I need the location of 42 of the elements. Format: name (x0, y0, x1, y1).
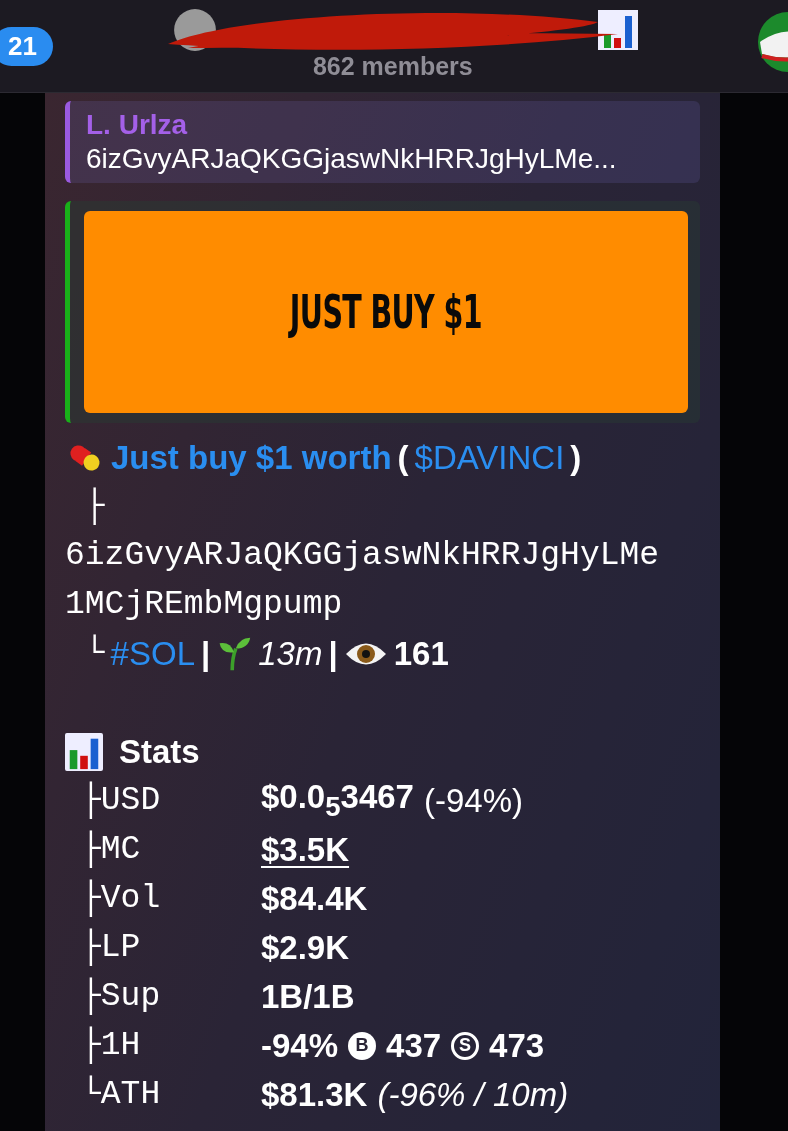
stats-heading: Stats (119, 732, 200, 771)
tree-branch: ├ (83, 486, 106, 527)
stat-label: ├Vol (80, 878, 162, 919)
buys-badge: B (348, 1031, 377, 1060)
stat-label: ├MC (80, 829, 142, 870)
stat-value: $84.4K (261, 879, 368, 918)
member-count: 862 members (312, 52, 473, 81)
sells-badge: S (451, 1031, 480, 1060)
contract-address: 6izGvyARJaQKGGjaswNkHRRJgHyLMe (65, 535, 661, 576)
unread-badge[interactable]: 21 (0, 26, 53, 66)
stat-label: └ATH (80, 1074, 162, 1115)
age-text: 13m (258, 634, 323, 673)
paren-text: ) (570, 438, 582, 477)
change-text: (-94%) (423, 781, 523, 820)
token-name-link[interactable]: Just buy $1 worth (111, 438, 392, 477)
stat-label: ├USD (80, 780, 162, 821)
stat-value: $2.9K (261, 928, 350, 967)
separator-text: | (328, 634, 338, 673)
quote-author: L. Urlza (86, 109, 189, 141)
stat-value-link[interactable]: $3.5K (261, 830, 350, 869)
separator-text: | (201, 634, 211, 673)
banner-image[interactable]: JUST BUY $1 (84, 211, 688, 413)
stat-label: ├1H (80, 1025, 142, 1066)
paren-text: ( (397, 438, 409, 477)
ticker-link[interactable]: $DAVINCI (414, 438, 565, 477)
stat-label: ├LP (80, 927, 142, 968)
stat-value: $0.0$_{5}$3467 (261, 778, 414, 823)
sell-count: 473 (489, 1026, 545, 1065)
tree-branch: └ (83, 633, 105, 674)
stat-value: -94% (261, 1026, 339, 1065)
bar-chart-icon (65, 732, 103, 771)
stat-label: ├Sup (80, 976, 162, 1017)
change-text: (-96% / 10m) (377, 1075, 569, 1114)
buy-count: 437 (386, 1026, 442, 1065)
bar-chart-icon (597, 10, 638, 50)
reply-quote[interactable]: L. Urlza 6izGvyARJaQKGGjaswNkHRRJgHyLMe... (65, 101, 700, 183)
hashtag-link[interactable]: #SOL (110, 634, 195, 673)
stat-value: 1B/1B (261, 977, 355, 1016)
view-count: 161 (393, 634, 449, 673)
stat-value: $81.3K (261, 1075, 368, 1114)
contract-address: 1MCjREmbMgpump (65, 584, 344, 625)
quote-text: 6izGvyARJaQKGGjaswNkHRRJgHyLMe... (86, 143, 618, 175)
